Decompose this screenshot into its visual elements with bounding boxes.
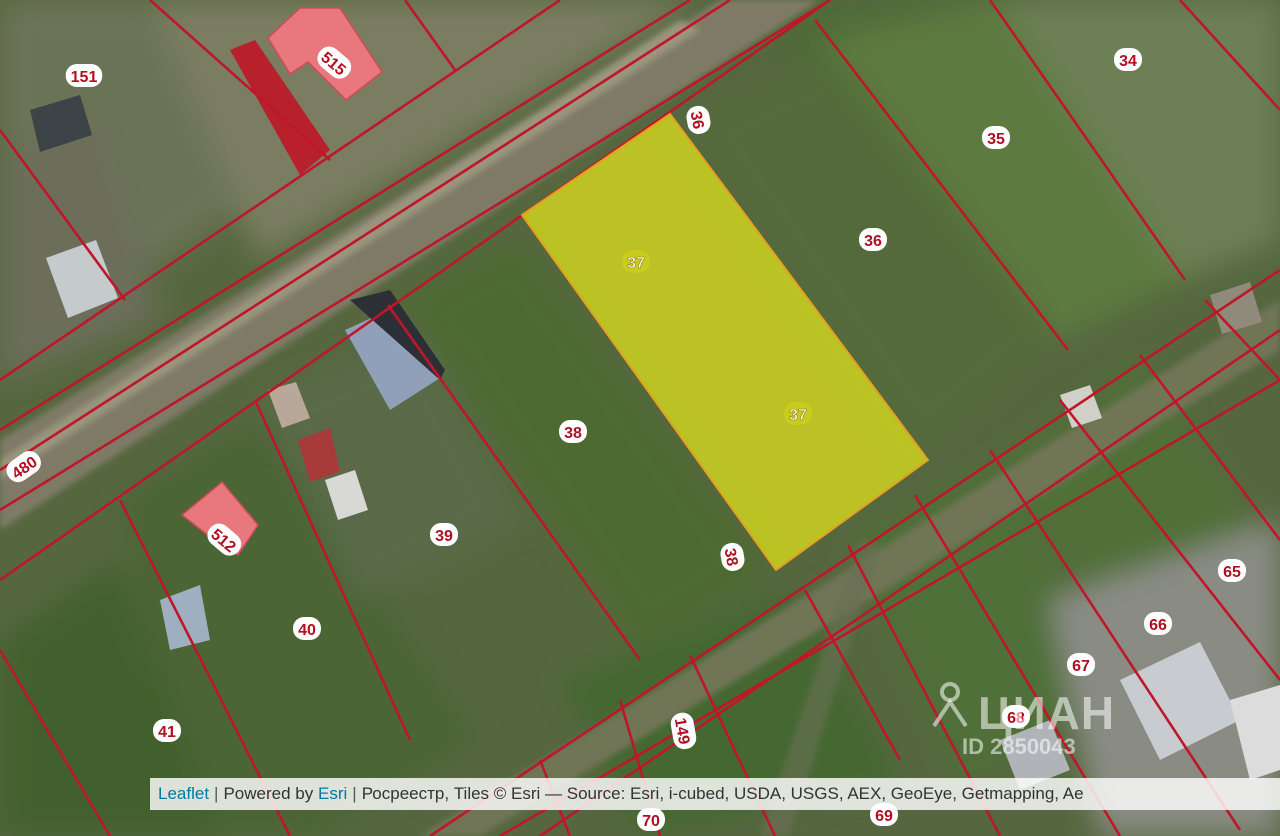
map-attribution: Leaflet | Powered by Esri | Росреестр, Tiles…	[150, 778, 1280, 810]
parcel-label-70: 70	[637, 808, 665, 831]
parcel-label-67: 67	[1067, 653, 1095, 676]
leaflet-link[interactable]: Leaflet	[158, 784, 209, 803]
parcel-label-text: 36	[864, 233, 882, 250]
attribution-separator: |	[214, 784, 219, 803]
parcel-label-text: 37	[627, 255, 645, 272]
parcel-label-text: 35	[987, 131, 1005, 148]
parcel-label-text: 66	[1149, 617, 1167, 634]
attribution-sources: Росреестр, Tiles © Esri — Source: Esri, …	[361, 784, 1084, 803]
attribution-separator-2: |	[352, 784, 357, 803]
watermark-name: ЦИАН	[978, 687, 1116, 739]
parcel-label-66: 66	[1144, 612, 1172, 635]
esri-link[interactable]: Esri	[318, 784, 347, 803]
parcel-label-151: 151	[65, 64, 103, 87]
parcel-label-37: 37	[622, 250, 650, 273]
map-view[interactable]: 151 515 34 35 36 36 37 37 38 38 39 40 41 480 512 65 66 67…	[0, 0, 1280, 836]
parcel-label-35: 35	[982, 126, 1010, 149]
parcel-label-text: 40	[298, 622, 316, 639]
watermark-logo-icon	[932, 682, 968, 728]
parcel-label-text: 69	[875, 808, 893, 825]
parcel-label-text: 34	[1119, 53, 1137, 70]
parcel-label-34: 34	[1114, 48, 1142, 71]
parcel-label-text: 38	[721, 547, 741, 568]
parcel-label-text: 151	[71, 69, 98, 86]
parcel-label-text: 37	[789, 407, 807, 424]
parcel-label-text: 65	[1223, 564, 1241, 581]
powered-by-text: Powered by	[223, 784, 314, 803]
parcel-label-text: 41	[158, 724, 176, 741]
parcel-label-39: 39	[430, 523, 458, 546]
parcel-label-41: 41	[153, 719, 181, 742]
parcel-label-text: 67	[1072, 658, 1090, 675]
parcel-label-text: 39	[435, 528, 453, 545]
parcel-label-text: 70	[642, 813, 660, 830]
parcel-label-text: 38	[564, 425, 582, 442]
parcel-label-38: 38	[559, 420, 587, 443]
parcel-label-40: 40	[293, 617, 321, 640]
parcel-label-36: 36	[859, 228, 887, 251]
parcel-label-37: 37	[784, 402, 812, 425]
parcel-label-65: 65	[1218, 559, 1246, 582]
watermark: ЦИАН ID 2850043	[930, 680, 1170, 770]
parcel-label-text: 36	[687, 110, 707, 131]
watermark-id: ID 2850043	[962, 734, 1076, 759]
